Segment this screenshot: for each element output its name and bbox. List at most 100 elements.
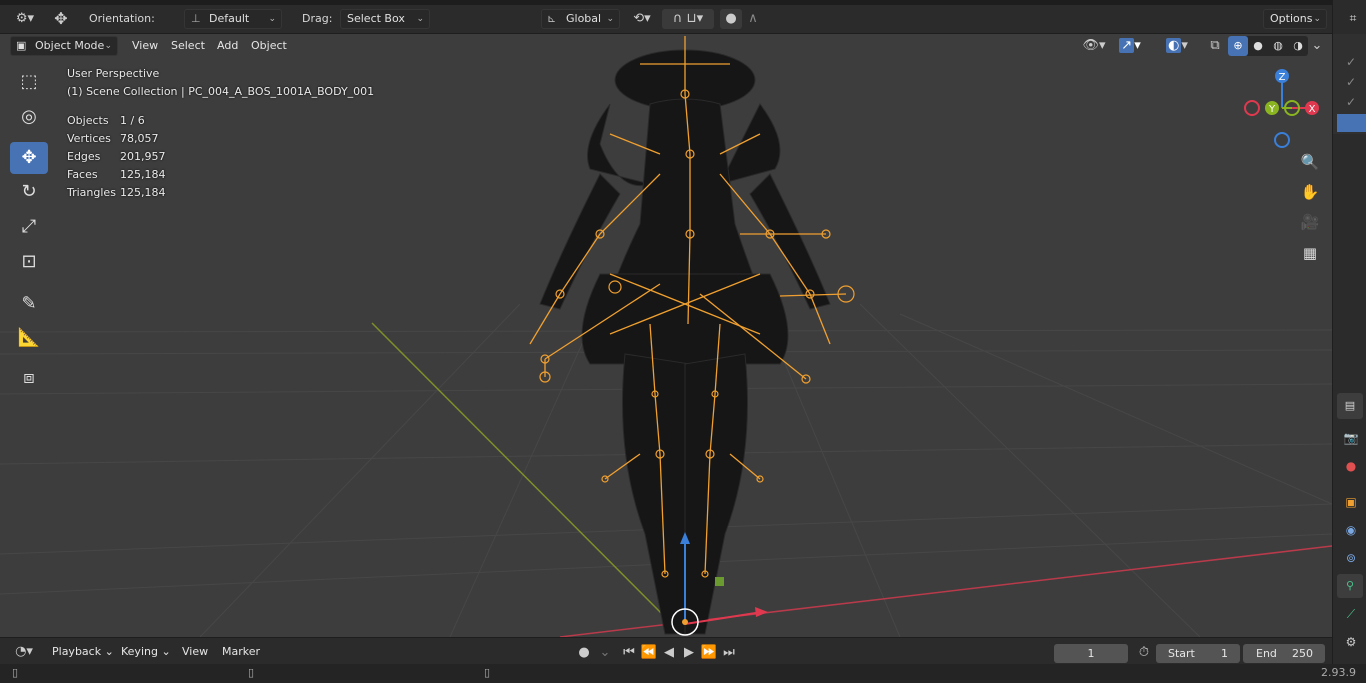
scene-statistics: Objects 1 / 6 Vertices 78,057 Edges 201,957… xyxy=(67,112,207,202)
preview-range-icon[interactable]: ⏱ xyxy=(1133,643,1155,663)
drag-value: Select Box xyxy=(347,12,405,25)
axes-icon: ⊾ xyxy=(547,12,557,25)
chevron-down-icon: ⌄ xyxy=(1313,14,1321,24)
gizmo-x-head[interactable] xyxy=(755,607,768,617)
prev-keyframe-icon[interactable]: ⏪ xyxy=(638,643,660,663)
start-value: 1 xyxy=(1221,647,1228,660)
outliner-panel-edge: ✓ ✓ ✓ xyxy=(1333,34,1366,134)
start-frame-field[interactable]: Start 1 xyxy=(1156,644,1240,663)
mouse-right-icon: ▯ xyxy=(484,666,491,679)
properties-tool-icon[interactable]: ▤ xyxy=(1337,393,1363,419)
shading-options-icon[interactable]: ⌄ xyxy=(1306,36,1328,56)
scale-icon[interactable]: ⤢ xyxy=(10,211,48,243)
right-editor-strip: ⌗ ✓ ✓ ✓ ▤ 📷 ● ▣ ◉ ⊚ ⚲ ⟋ ⚙ xyxy=(1332,0,1366,664)
marker-menu[interactable]: Marker xyxy=(217,643,265,661)
drag-label: Drag: xyxy=(302,12,333,25)
drag-dropdown[interactable]: Select Box ⌄ xyxy=(340,9,430,29)
play-icon[interactable]: ▶ xyxy=(678,643,700,663)
cursor-icon[interactable]: ◎ xyxy=(10,101,48,133)
3d-viewport[interactable]: ▣ Object Mode ⌄ View Select Add Object 👁… xyxy=(0,34,1332,637)
add-cube-icon[interactable]: ⧈ xyxy=(10,362,48,394)
chevron-down-icon: ⌄ xyxy=(104,41,112,51)
zoom-icon[interactable]: 🔍 xyxy=(1296,148,1324,176)
overlays-icon[interactable]: ◐ ▾ xyxy=(1158,36,1196,56)
object-properties-icon[interactable]: ▣ xyxy=(1341,492,1361,512)
move-icon[interactable]: ✥ xyxy=(10,142,48,174)
end-label: End xyxy=(1256,647,1277,660)
stat-value: 1 / 6 xyxy=(120,114,145,127)
playback-menu[interactable]: Playback ⌄ xyxy=(47,643,119,661)
stat-key: Vertices xyxy=(67,132,111,145)
origin-dot xyxy=(682,619,688,625)
collection-name: (1) Scene Collection | PC_004_A_BOS_1001… xyxy=(67,85,375,98)
rotate-icon[interactable]: ↻ xyxy=(10,176,48,208)
material-shading-icon[interactable]: ◍ xyxy=(1268,36,1288,56)
tool-settings-header: ⚙▾ ✥ Orientation: ⊥ Default ⌄ Drag: Sele… xyxy=(0,0,1332,34)
jump-start-icon[interactable]: ⏮ xyxy=(618,643,640,663)
outliner-check-icon[interactable]: ✓ xyxy=(1341,72,1361,92)
play-reverse-icon[interactable]: ◀ xyxy=(658,643,680,663)
gizmo-x-label: X xyxy=(1309,104,1316,115)
wireframe-shading-icon[interactable]: ⊕ xyxy=(1228,36,1248,56)
menu-select[interactable]: Select xyxy=(166,37,210,55)
constraint-properties-icon[interactable]: ⊚ xyxy=(1341,548,1361,568)
pan-hand-icon[interactable]: ✋ xyxy=(1296,178,1324,206)
end-frame-field[interactable]: End 250 xyxy=(1243,644,1325,663)
annotate-icon[interactable]: ✎ xyxy=(10,288,48,320)
render-properties-icon[interactable]: 📷 xyxy=(1341,428,1361,448)
stat-key: Triangles xyxy=(67,186,116,199)
navigation-gizmo[interactable]: Z Y X xyxy=(1238,66,1328,152)
armature-data-icon[interactable]: ⚲ xyxy=(1337,574,1363,598)
menu-add[interactable]: Add xyxy=(212,37,243,55)
bone-properties-icon[interactable]: ⟋ xyxy=(1341,604,1361,624)
editor-type-icon[interactable]: ⚙▾ xyxy=(10,9,40,29)
falloff-icon[interactable]: ∧ xyxy=(742,9,764,29)
options-dropdown[interactable]: Options ⌄ xyxy=(1263,9,1327,29)
snap-icon[interactable]: ∩ ⊔▾ xyxy=(662,9,714,29)
gizmo-z-label: Z xyxy=(1279,72,1286,83)
stat-row: Faces 125,184 xyxy=(67,166,207,184)
outliner-check-icon[interactable]: ✓ xyxy=(1341,92,1361,112)
outliner-icon[interactable]: ⌗ xyxy=(1343,8,1363,28)
chevron-down-icon: ⌄ xyxy=(268,14,276,24)
mouse-middle-icon: ▯ xyxy=(248,666,255,679)
transform-orientation-dropdown[interactable]: ⊾ Global ⌄ xyxy=(541,9,620,29)
pivot-point-icon[interactable]: ⟲▾ xyxy=(626,9,658,29)
perspective-grid-icon[interactable]: ▦ xyxy=(1296,239,1324,267)
timeline-view-menu[interactable]: View xyxy=(177,643,213,661)
auto-keying-icon[interactable]: ● xyxy=(573,643,595,663)
camera-icon[interactable]: 🎥 xyxy=(1296,208,1324,236)
orientation-icon: ⊥ xyxy=(191,12,201,25)
mode-value: Object Mode xyxy=(35,39,105,52)
current-frame-field[interactable]: 1 xyxy=(1054,644,1128,663)
physics-properties-icon[interactable]: ◉ xyxy=(1341,520,1361,540)
world-properties-icon[interactable]: ● xyxy=(1341,456,1361,476)
proportional-edit-icon[interactable]: ● xyxy=(720,9,742,29)
workspace-tabs-strip xyxy=(0,0,1332,5)
timeline-editor-type-icon[interactable]: ◔▾ xyxy=(8,642,40,662)
measure-icon[interactable]: 📐 xyxy=(10,322,48,354)
move-tool-icon: ✥ xyxy=(54,9,68,28)
gizmo-neg-z-ball[interactable] xyxy=(1274,132,1290,148)
mode-dropdown[interactable]: ▣ Object Mode ⌄ xyxy=(10,36,118,56)
orientation-dropdown[interactable]: ⊥ Default ⌄ xyxy=(184,9,282,29)
next-keyframe-icon[interactable]: ⏩ xyxy=(698,643,720,663)
transform-icon[interactable]: ⊡ xyxy=(10,246,48,278)
outliner-check-icon[interactable]: ✓ xyxy=(1341,52,1361,72)
outliner-selected-row[interactable] xyxy=(1337,114,1366,132)
jump-end-icon[interactable]: ⏭ xyxy=(718,643,740,663)
gizmo-toggle-icon[interactable]: ↗ ▾ xyxy=(1113,36,1147,56)
solid-shading-icon[interactable]: ● xyxy=(1248,36,1268,56)
bone-constraint-icon[interactable]: ⚙ xyxy=(1341,632,1361,652)
menu-view[interactable]: View xyxy=(127,37,163,55)
keying-menu[interactable]: Keying ⌄ xyxy=(116,643,176,661)
menu-object[interactable]: Object xyxy=(246,37,292,55)
xray-icon[interactable]: ⧉ xyxy=(1204,36,1226,56)
select-box-icon[interactable]: ⬚ xyxy=(10,66,48,98)
keying-set-icon[interactable]: ⌄ xyxy=(594,643,616,663)
gizmo-neg-x-ball[interactable] xyxy=(1244,100,1260,116)
stat-key: Edges xyxy=(67,150,101,163)
gizmo-plane-handle[interactable] xyxy=(715,577,724,586)
rendered-shading-icon[interactable]: ◑ xyxy=(1288,36,1308,56)
visibility-icon[interactable]: 👁▾ xyxy=(1078,36,1110,56)
